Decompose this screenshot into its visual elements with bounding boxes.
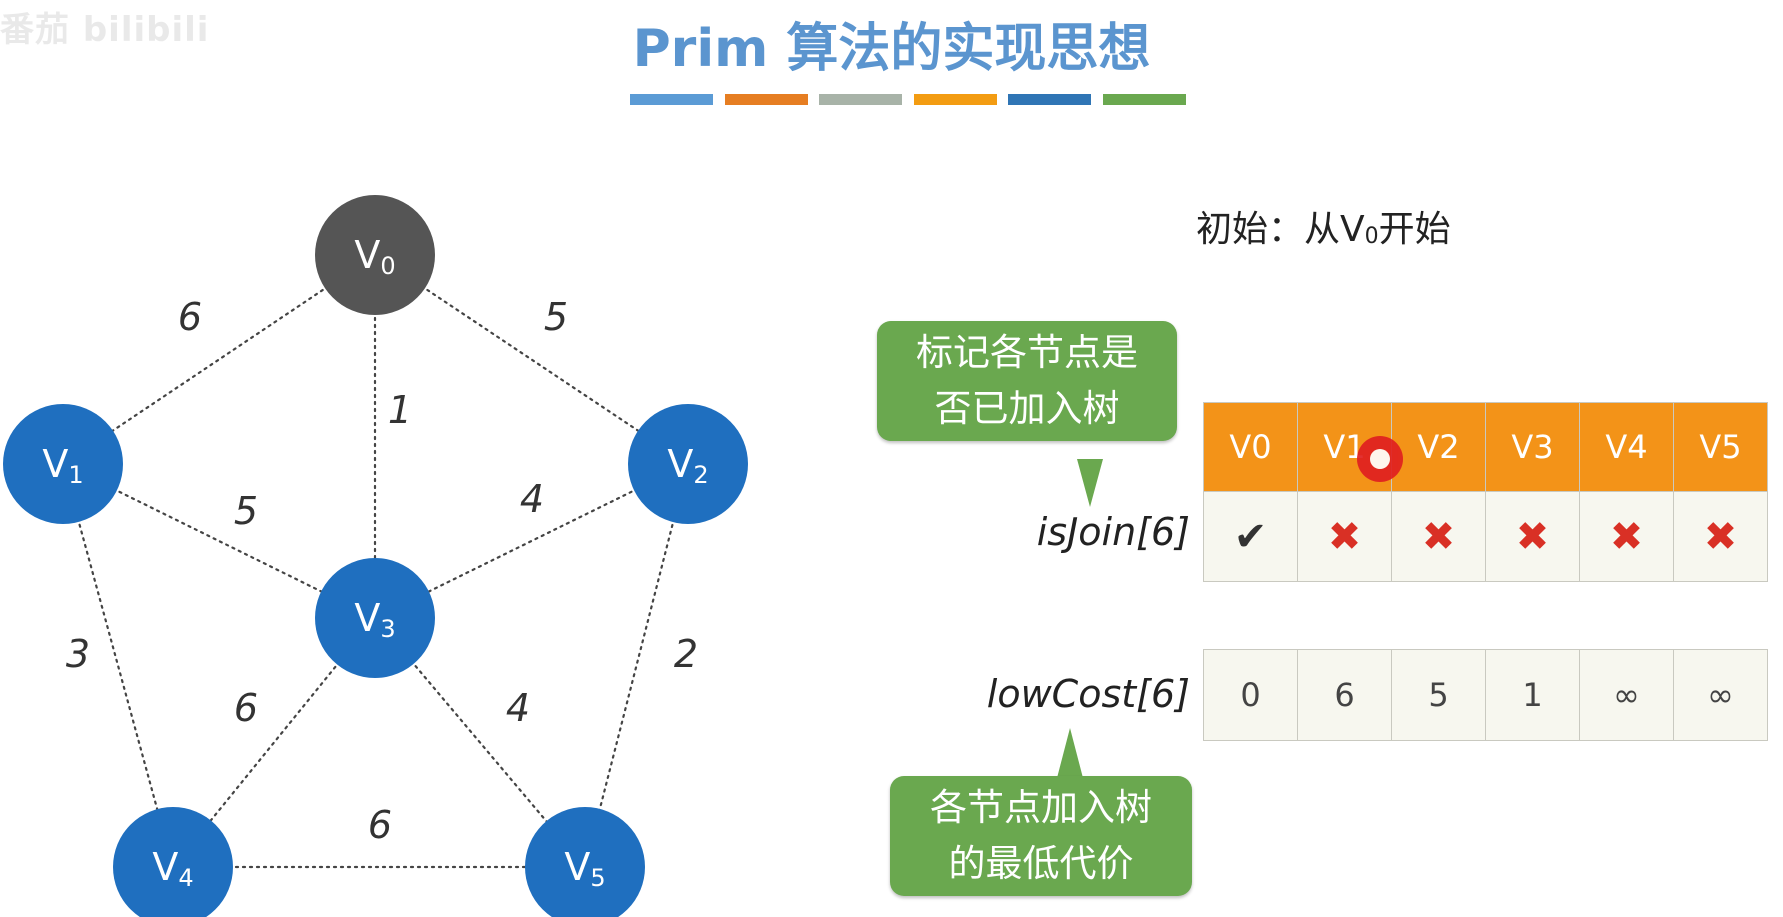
lowcost-cell-v4: ∞ <box>1579 649 1674 741</box>
lowcost-cell-v1: 6 <box>1297 649 1392 741</box>
edge-weight-v1-v3: 5 <box>234 489 258 533</box>
isjoin-callout-line1: 标记各节点是 <box>916 331 1138 374</box>
node-v2: V2 <box>628 404 748 524</box>
edge-weight-v3-v5: 4 <box>506 686 530 730</box>
isjoin-callout-tail <box>1077 459 1103 507</box>
cursor-pointer-icon <box>1357 436 1403 482</box>
cross-icon: ✖ <box>1391 491 1486 582</box>
lowcost-cell-v2: 5 <box>1391 649 1486 741</box>
lowcost-table: 0 6 5 1 ∞ ∞ <box>1203 649 1768 741</box>
isjoin-value-row: ✔ ✖ ✖ ✖ ✖ ✖ <box>1203 491 1768 582</box>
isjoin-table: V0 V1 V2 V3 V4 V5 ✔ ✖ ✖ ✖ ✖ ✖ <box>1203 402 1768 582</box>
edge-weight-v0-v2: 5 <box>544 295 568 339</box>
lowcost-value-row: 0 6 5 1 ∞ ∞ <box>1203 649 1768 741</box>
lowcost-cell-v5: ∞ <box>1673 649 1768 741</box>
edge-v2-v5 <box>583 462 690 869</box>
isjoin-callout-line2: 否已加入树 <box>934 387 1120 430</box>
edge-weight-v3-v4: 6 <box>234 686 258 730</box>
edge-weight-v2-v5: 2 <box>674 632 698 676</box>
check-icon: ✔ <box>1203 491 1298 582</box>
isjoin-label: isJoin[6] <box>1036 510 1190 554</box>
cross-icon: ✖ <box>1673 491 1768 582</box>
header-v2: V2 <box>1391 402 1486 492</box>
node-v0: V0 <box>315 195 435 315</box>
intro-text: 初始：从V0开始 <box>1196 209 1451 250</box>
edge-weight-v4-v5: 6 <box>368 803 392 847</box>
edge-weight-v0-v3: 1 <box>388 388 412 432</box>
isjoin-header-row: V0 V1 V2 V3 V4 V5 <box>1203 402 1768 492</box>
cross-icon: ✖ <box>1297 491 1392 582</box>
lowcost-cell-v3: 1 <box>1485 649 1580 741</box>
edge-weight-v2-v3: 4 <box>520 477 544 521</box>
lowcost-callout-line2: 的最低代价 <box>948 842 1134 885</box>
node-v5: V5 <box>525 807 645 917</box>
isjoin-callout: 标记各节点是 否已加入树 <box>877 321 1177 441</box>
header-v3: V3 <box>1485 402 1580 492</box>
lowcost-cell-v0: 0 <box>1203 649 1298 741</box>
edge-weight-v0-v1: 6 <box>178 295 202 339</box>
lowcost-callout-tail <box>1057 728 1083 778</box>
cross-icon: ✖ <box>1579 491 1674 582</box>
header-v0: V0 <box>1203 402 1298 492</box>
cross-icon: ✖ <box>1485 491 1580 582</box>
header-v5: V5 <box>1673 402 1768 492</box>
lowcost-callout: 各节点加入树 的最低代价 <box>890 776 1192 896</box>
lowcost-label: lowCost[6] <box>986 672 1190 716</box>
node-v1: V1 <box>3 404 123 524</box>
lowcost-callout-line1: 各节点加入树 <box>930 786 1152 829</box>
header-v4: V4 <box>1579 402 1674 492</box>
node-v3: V3 <box>315 558 435 678</box>
node-v4: V4 <box>113 807 233 917</box>
edge-weight-v1-v4: 3 <box>66 632 90 676</box>
